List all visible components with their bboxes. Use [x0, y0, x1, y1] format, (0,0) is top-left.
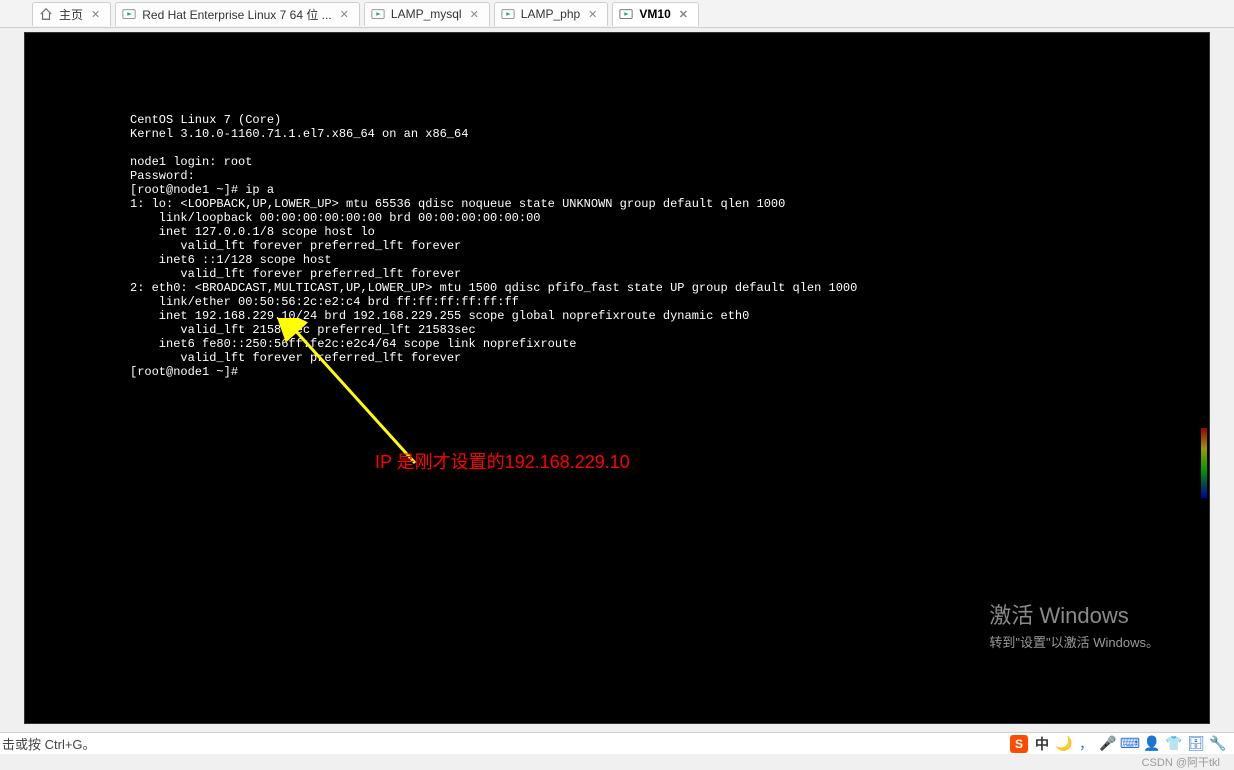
tab-vm10[interactable]: VM10 ✕	[612, 2, 699, 26]
settings-icon[interactable]: 🔧	[1210, 736, 1226, 752]
watermark-subtitle: 转到"设置"以激活 Windows。	[989, 632, 1159, 651]
sogou-icon[interactable]: S	[1010, 735, 1028, 753]
ime-tray: S 中 🌙 ， 🎤 ⌨ 👤 👕 🗄 🔧	[1010, 735, 1226, 753]
tab-rhel[interactable]: Red Hat Enterprise Linux 7 64 位 ... ✕	[115, 2, 360, 26]
home-icon	[39, 7, 53, 21]
close-icon[interactable]: ✕	[586, 8, 599, 21]
tab-mysql[interactable]: LAMP_mysql ✕	[364, 2, 490, 26]
skin-icon[interactable]: 👕	[1166, 736, 1182, 752]
tab-vm10-label: VM10	[639, 7, 670, 21]
vm-console[interactable]: CentOS Linux 7 (Core) Kernel 3.10.0-1160…	[24, 32, 1210, 724]
close-icon[interactable]: ✕	[677, 8, 690, 21]
vm-icon	[619, 7, 633, 21]
terminal-output: CentOS Linux 7 (Core) Kernel 3.10.0-1160…	[25, 33, 1209, 379]
tab-rhel-label: Red Hat Enterprise Linux 7 64 位 ...	[142, 6, 331, 23]
audio-meter-icon	[1201, 428, 1207, 498]
tab-mysql-label: LAMP_mysql	[391, 7, 462, 21]
tab-php-label: LAMP_php	[521, 7, 580, 21]
status-bar: 击或按 Ctrl+G。 S 中 🌙 ， 🎤 ⌨ 👤 👕 🗄 🔧	[0, 732, 1234, 754]
punctuation-icon[interactable]: ，	[1078, 736, 1094, 752]
moon-icon[interactable]: 🌙	[1056, 736, 1072, 752]
ime-lang-toggle[interactable]: 中	[1034, 736, 1050, 752]
keyboard-icon[interactable]: ⌨	[1122, 736, 1138, 752]
tab-php[interactable]: LAMP_php ✕	[494, 2, 609, 26]
toolbox-icon[interactable]: 🗄	[1188, 736, 1204, 752]
vm-icon	[371, 7, 385, 21]
close-icon[interactable]: ✕	[468, 8, 481, 21]
vm-icon	[122, 7, 136, 21]
windows-activation-watermark: 激活 Windows 转到"设置"以激活 Windows。	[989, 598, 1159, 651]
close-icon[interactable]: ✕	[89, 8, 102, 21]
annotation-text: IP 是刚才设置的192.168.229.10	[375, 448, 630, 474]
tab-home[interactable]: 主页 ✕	[32, 2, 111, 26]
mic-icon[interactable]: 🎤	[1100, 736, 1116, 752]
tab-home-label: 主页	[59, 6, 83, 23]
watermark-title: 激活 Windows	[989, 598, 1159, 630]
csdn-watermark: CSDN @阿干tkl	[1142, 754, 1220, 770]
status-hint: 击或按 Ctrl+G。	[2, 734, 96, 753]
vm-icon	[501, 7, 515, 21]
close-icon[interactable]: ✕	[338, 8, 351, 21]
tab-bar: 主页 ✕ Red Hat Enterprise Linux 7 64 位 ...…	[0, 0, 1234, 28]
person-icon[interactable]: 👤	[1144, 736, 1160, 752]
